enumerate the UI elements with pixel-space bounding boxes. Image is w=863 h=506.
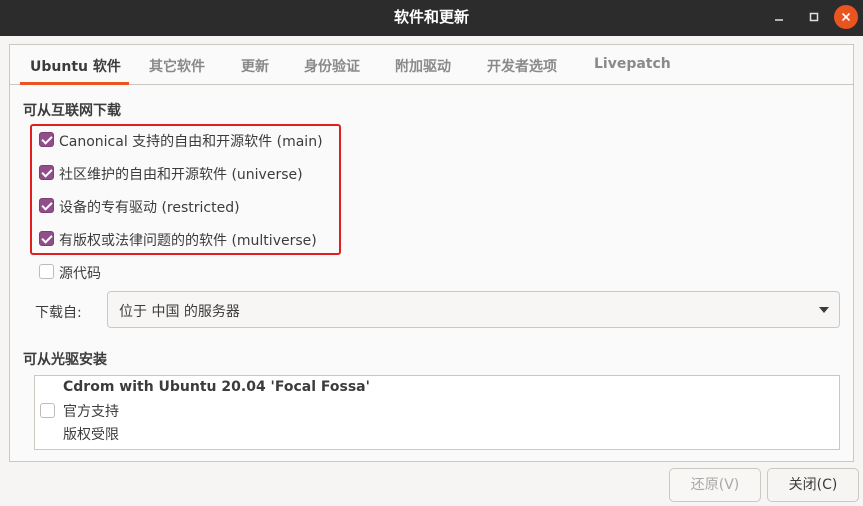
restricted-option-label[interactable]: 设备的专有驱动 (restricted) <box>59 197 240 217</box>
tab-bar: Ubuntu 软件 其它软件 更新 身份验证 附加驱动 开发者选项 Livepa… <box>10 45 853 85</box>
tab-livepatch[interactable]: Livepatch <box>594 56 671 72</box>
tab-other-software[interactable]: 其它软件 <box>149 56 205 76</box>
title-bar: 软件和更新 <box>0 0 863 36</box>
universe-checkbox[interactable] <box>39 165 54 180</box>
download-from-label: 下载自: <box>35 305 82 321</box>
settings-notebook: Ubuntu 软件 其它软件 更新 身份验证 附加驱动 开发者选项 Livepa… <box>9 44 854 462</box>
tab-developer-options[interactable]: 开发者选项 <box>487 56 557 76</box>
source-code-label[interactable]: 源代码 <box>59 263 101 283</box>
close-icon[interactable] <box>834 5 858 29</box>
revert-button[interactable]: 还原(V) <box>669 468 761 502</box>
maximize-icon[interactable] <box>803 6 825 28</box>
main-checkbox[interactable] <box>39 132 54 147</box>
multiverse-checkbox[interactable] <box>39 231 54 246</box>
restricted-checkbox[interactable] <box>39 198 54 213</box>
universe-option-label[interactable]: 社区维护的自由和开源软件 (universe) <box>59 164 303 184</box>
tab-authentication[interactable]: 身份验证 <box>304 56 360 76</box>
tab-ubuntu-software[interactable]: Ubuntu 软件 <box>30 56 121 76</box>
tab-additional-drivers[interactable]: 附加驱动 <box>395 56 451 76</box>
cdrom-list: Cdrom with Ubuntu 20.04 'Focal Fossa' 官方… <box>34 375 840 450</box>
source-code-checkbox[interactable] <box>39 264 54 279</box>
download-server-value: 位于 中国 的服务器 <box>119 304 240 320</box>
window-title: 软件和更新 <box>393 8 469 26</box>
download-server-select[interactable]: 位于 中国 的服务器 <box>107 291 840 328</box>
cdrom-official-support: 官方支持 <box>63 404 119 420</box>
close-button[interactable]: 关闭(C) <box>767 468 859 502</box>
chevron-down-icon <box>819 307 829 313</box>
cdrom-restricted-copyright: 版权受限 <box>63 427 119 443</box>
cdrom-section-heading: 可从光驱安装 <box>23 352 107 368</box>
multiverse-option-label[interactable]: 有版权或法律问题的的软件 (multiverse) <box>59 230 317 250</box>
cdrom-title: Cdrom with Ubuntu 20.04 'Focal Fossa' <box>63 379 370 395</box>
active-tab-indicator <box>20 82 129 85</box>
internet-section-heading: 可从互联网下载 <box>23 103 121 119</box>
main-option-label[interactable]: Canonical 支持的自由和开源软件 (main) <box>59 131 323 151</box>
cdrom-checkbox[interactable] <box>40 403 55 418</box>
minimize-icon[interactable] <box>768 6 790 28</box>
tab-updates[interactable]: 更新 <box>241 56 269 76</box>
